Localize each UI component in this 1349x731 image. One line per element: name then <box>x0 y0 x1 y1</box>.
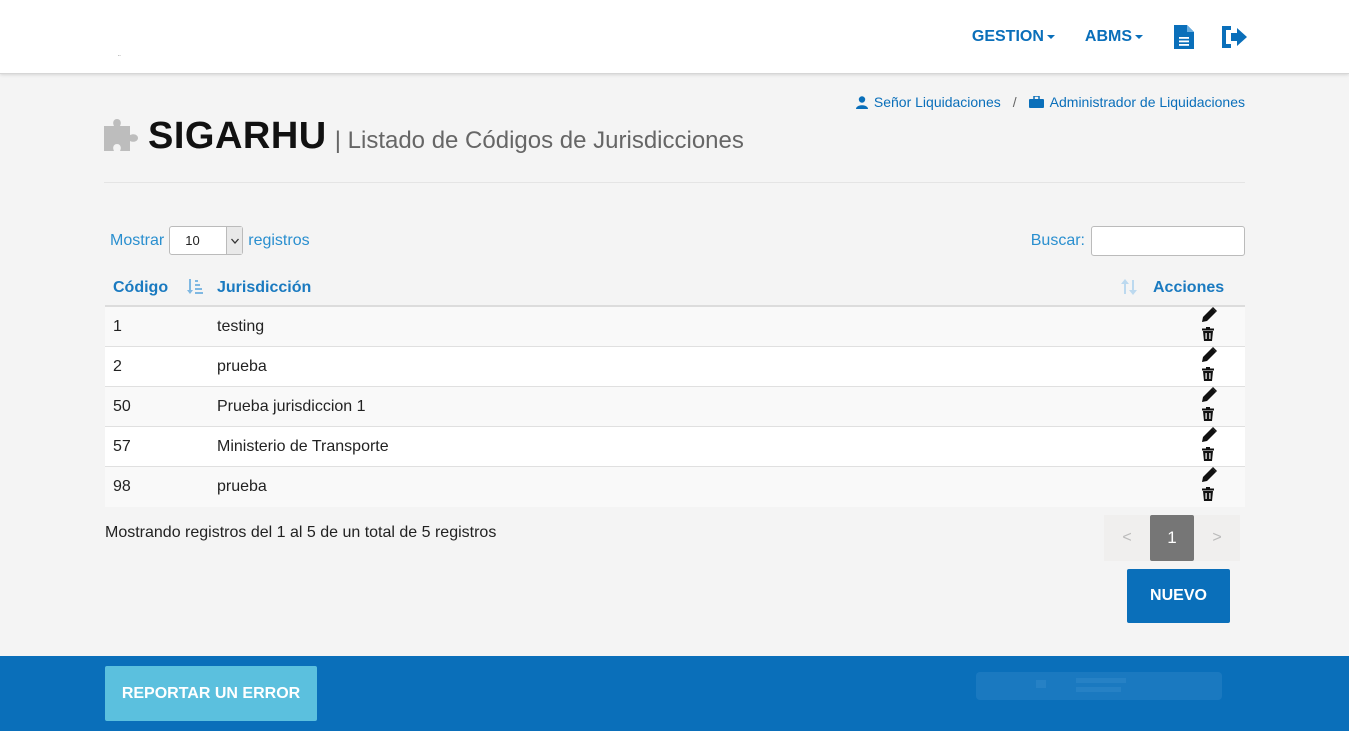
breadcrumb-role[interactable]: Administrador de Liquidaciones <box>1050 94 1245 110</box>
page-subtitle: | Listado de Códigos de Jurisdicciones <box>334 127 744 154</box>
pencil-icon[interactable] <box>1202 467 1217 487</box>
document-icon[interactable] <box>1173 24 1195 50</box>
nav-gestion-dropdown[interactable]: GESTION <box>972 28 1055 46</box>
cell-codigo: 57 <box>105 426 209 467</box>
table-row: 57 Ministerio de Transporte <box>105 426 1245 467</box>
trash-icon[interactable] <box>1202 487 1214 506</box>
breadcrumb-user[interactable]: Señor Liquidaciones <box>874 94 1001 110</box>
cell-codigo: 1 <box>113 317 122 335</box>
main-nav: GESTION ABMS <box>972 24 1249 50</box>
pagination-next[interactable]: > <box>1194 515 1240 561</box>
logout-icon[interactable] <box>1219 24 1249 50</box>
cell-codigo: 98 <box>105 466 209 507</box>
cell-acciones <box>1143 346 1245 387</box>
search-input[interactable] <box>1091 226 1245 256</box>
table-header-row: Código Jurisdicción Acciones <box>105 270 1245 307</box>
user-icon <box>855 95 868 109</box>
length-control: Mostrar 10 registros <box>110 226 310 255</box>
briefcase-icon <box>1028 96 1044 108</box>
cell-jurisdiccion: prueba <box>209 466 1143 507</box>
length-value: 10 <box>185 233 200 248</box>
footer-logo <box>976 666 1222 706</box>
divider <box>104 182 1245 183</box>
table-info: Mostrando registros del 1 al 5 de un tot… <box>105 524 497 541</box>
app-title: SIGARHU <box>148 115 327 157</box>
page-title: SIGARHU | Listado de Códigos de Jurisdic… <box>104 114 744 158</box>
puzzle-icon <box>104 118 140 157</box>
pagination-prev[interactable]: < <box>1104 515 1150 561</box>
records-label: registros <box>248 231 310 249</box>
top-navbar: ¨ GESTION ABMS <box>0 0 1349 74</box>
cell-codigo: 50 <box>105 386 209 427</box>
search-control: Buscar: <box>1031 226 1245 256</box>
search-label: Buscar: <box>1030 232 1085 249</box>
jurisdicciones-table: Código Jurisdicción Acciones 1 testing 2… <box>105 270 1245 507</box>
cell-jurisdiccion: Ministerio de Transporte <box>209 426 1143 467</box>
trash-icon[interactable] <box>1202 447 1214 466</box>
table-row: 98 prueba <box>105 466 1245 507</box>
column-label-jurisdiccion: Jurisdicción <box>217 278 312 296</box>
sort-both-icon <box>1121 279 1137 300</box>
breadcrumb-separator: / <box>1012 94 1017 110</box>
table-row: 2 prueba <box>105 346 1245 387</box>
cell-codigo: 2 <box>105 346 209 387</box>
trash-icon[interactable] <box>1202 327 1214 346</box>
pencil-icon[interactable] <box>1202 427 1217 447</box>
table-row: 1 testing <box>105 306 1245 347</box>
breadcrumb: Señor Liquidaciones / Administrador de L… <box>855 94 1245 110</box>
nuevo-button[interactable]: NUEVO <box>1127 569 1230 623</box>
trash-icon[interactable] <box>1202 367 1214 386</box>
caret-down-icon <box>1046 35 1055 39</box>
column-header-acciones: Acciones <box>1143 270 1245 307</box>
table-row: 50 Prueba jurisdiccion 1 <box>105 386 1245 427</box>
cell-acciones <box>1143 386 1245 427</box>
trash-icon[interactable] <box>1202 407 1214 426</box>
nav-abms-label: ABMS <box>1084 28 1132 45</box>
column-label-codigo: Código <box>113 278 169 296</box>
column-header-codigo[interactable]: Código <box>105 270 209 307</box>
cell-acciones <box>1143 426 1245 467</box>
cell-jurisdiccion: testing <box>217 317 265 335</box>
column-header-jurisdiccion[interactable]: Jurisdicción <box>209 270 1143 307</box>
footer: REPORTAR UN ERROR <box>0 656 1349 731</box>
pagination-page-current[interactable]: 1 <box>1150 515 1194 561</box>
cell-acciones <box>1143 306 1245 347</box>
chevron-down-icon <box>226 227 243 254</box>
report-error-button[interactable]: REPORTAR UN ERROR <box>105 666 317 721</box>
sort-asc-icon <box>187 279 203 300</box>
nav-abms-dropdown[interactable]: ABMS <box>1085 28 1143 46</box>
cell-acciones <box>1143 466 1245 507</box>
cell-jurisdiccion: Prueba jurisdiccion 1 <box>209 386 1143 427</box>
pencil-icon[interactable] <box>1202 347 1217 367</box>
nav-gestion-label: GESTION <box>971 28 1044 45</box>
caret-down-icon <box>1135 35 1143 39</box>
pencil-icon[interactable] <box>1202 307 1217 327</box>
column-label-acciones: Acciones <box>1153 278 1225 296</box>
brand-logo-remnant: ¨ <box>118 54 121 63</box>
cell-jurisdiccion: prueba <box>209 346 1143 387</box>
show-label: Mostrar <box>110 231 165 249</box>
pencil-icon[interactable] <box>1202 387 1217 407</box>
length-select[interactable]: 10 <box>169 226 244 255</box>
pagination: < 1 > <box>1104 515 1240 561</box>
